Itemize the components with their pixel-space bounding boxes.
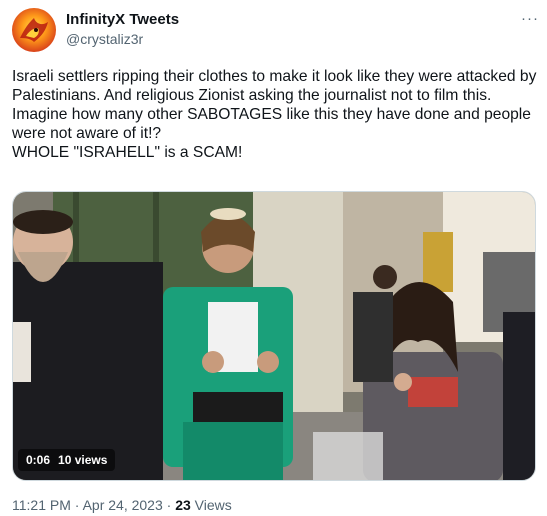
meta-separator: · bbox=[74, 497, 80, 513]
author-avatar[interactable] bbox=[12, 8, 56, 52]
video-info-badge: 0:06 10 views bbox=[18, 449, 116, 471]
author-name[interactable]: InfinityX Tweets bbox=[66, 11, 179, 28]
tweet-text: Israeli settlers ripping their clothes t… bbox=[12, 68, 537, 161]
tweet-date[interactable]: Apr 24, 2023 bbox=[83, 497, 163, 513]
tweet-meta: 11:21 PM · Apr 24, 2023 · 23 Views bbox=[12, 497, 232, 513]
tweet: InfinityX Tweets @crystaliz3r ··· Israel… bbox=[0, 0, 547, 516]
meta-separator-2: · bbox=[166, 497, 172, 513]
video-frame-thumbnail bbox=[13, 192, 535, 480]
video-player[interactable] bbox=[12, 191, 536, 481]
author-handle[interactable]: @crystaliz3r bbox=[66, 31, 143, 47]
tweet-views-label: Views bbox=[194, 497, 232, 513]
tweet-time[interactable]: 11:21 PM bbox=[12, 497, 71, 513]
video-duration: 0:06 bbox=[26, 453, 51, 467]
more-options-icon[interactable]: ··· bbox=[521, 10, 539, 27]
phoenix-avatar-icon bbox=[12, 8, 56, 52]
video-view-count: 10 views bbox=[58, 453, 108, 467]
tweet-views-count: 23 bbox=[175, 497, 191, 513]
